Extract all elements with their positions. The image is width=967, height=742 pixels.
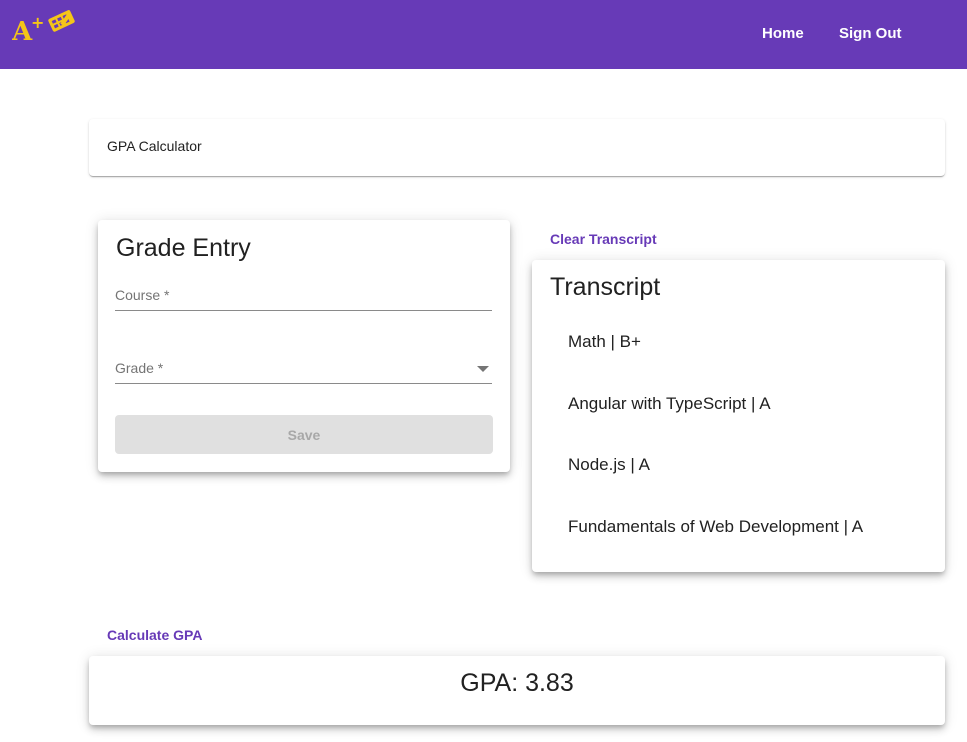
svg-text:A: A: [12, 17, 33, 44]
nav-signout-link[interactable]: Sign Out: [839, 24, 902, 44]
svg-text:+: +: [31, 13, 44, 32]
page-title: GPA Calculator: [107, 138, 202, 154]
save-button[interactable]: Save: [115, 415, 493, 454]
transcript-item: Node.js | A: [568, 455, 650, 474]
clear-transcript-button[interactable]: Clear Transcript: [550, 231, 657, 247]
transcript-card: Transcript Math | B+ Angular with TypeSc…: [532, 260, 945, 572]
course-field-underline: [115, 310, 492, 311]
calculate-gpa-button[interactable]: Calculate GPA: [107, 627, 202, 643]
transcript-item: Fundamentals of Web Development | A: [568, 517, 864, 536]
top-toolbar: A + Home Sign Out: [0, 0, 967, 69]
transcript-item: Angular with TypeScript | A: [568, 394, 771, 413]
grade-entry-card: Grade Entry Course * Grade * Save: [98, 220, 510, 472]
gpa-result: GPA: 3.83: [460, 669, 574, 697]
nav-home-link[interactable]: Home: [762, 24, 804, 44]
a-plus-calculator-logo-icon[interactable]: A +: [12, 10, 80, 44]
course-input[interactable]: Course *: [115, 287, 492, 311]
page-title-card: GPA Calculator: [89, 119, 945, 176]
gpa-result-card: GPA: 3.83: [89, 656, 945, 725]
grade-field-underline: [115, 383, 492, 384]
transcript-heading: Transcript: [550, 273, 661, 301]
grade-entry-heading: Grade Entry: [116, 234, 251, 262]
dropdown-arrow-icon[interactable]: [477, 366, 489, 372]
course-field-label: Course *: [115, 287, 170, 303]
grade-select[interactable]: Grade *: [115, 360, 492, 384]
transcript-item: Math | B+: [568, 332, 641, 351]
grade-field-label: Grade *: [115, 360, 164, 376]
